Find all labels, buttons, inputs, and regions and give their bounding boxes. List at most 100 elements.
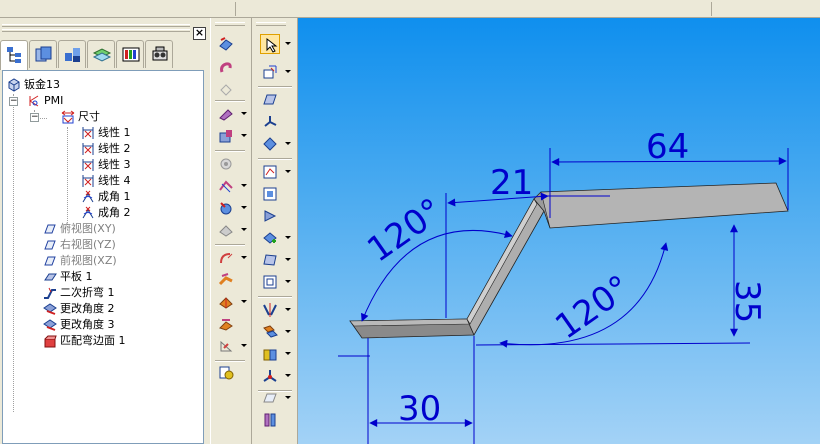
dropdown-arrow[interactable]: [285, 352, 291, 356]
tab-tool-button[interactable]: [216, 34, 236, 54]
tree-item-label: 线性 1: [98, 126, 131, 139]
tree-item-label: 线性 3: [98, 158, 131, 171]
thicken-icon: [263, 349, 277, 361]
dropdown-arrow[interactable]: [285, 170, 291, 174]
toolbar-grip[interactable]: [215, 22, 245, 26]
pmi-icon: [29, 95, 39, 107]
smart-dimension-button[interactable]: [260, 62, 280, 82]
tab-feature-icon: [44, 273, 57, 281]
tab-layers[interactable]: [87, 40, 115, 68]
linear-dimension-icon: [82, 127, 94, 139]
tree-item-label: 匹配弯边面 1: [60, 334, 126, 347]
tree-item-label: 更改角度 2: [60, 302, 115, 315]
hem-button[interactable]: [216, 104, 236, 124]
break-corner-button[interactable]: [216, 176, 236, 196]
expand-toggle[interactable]: −: [9, 97, 18, 106]
angle-text-left[interactable]: 120°: [360, 191, 450, 271]
sketch-button[interactable]: [260, 162, 280, 182]
tree-item-label: 二次折弯 1: [60, 286, 115, 299]
corner-relief-button[interactable]: [216, 314, 236, 334]
dropdown-arrow[interactable]: [285, 236, 291, 240]
coordinate-axes-button[interactable]: [260, 366, 280, 386]
gusset-icon: [220, 340, 233, 352]
dropdown-arrow[interactable]: [285, 308, 291, 312]
select-tool-button[interactable]: [260, 34, 280, 54]
dimension-text-21[interactable]: 21: [490, 163, 533, 203]
view-plane-button[interactable]: [260, 388, 280, 408]
tab-family-of-parts[interactable]: [58, 40, 86, 68]
unbend-button[interactable]: [216, 270, 236, 290]
expand-toggle[interactable]: −: [30, 113, 39, 122]
close-corner-button[interactable]: [216, 292, 236, 312]
sensor-button[interactable]: [260, 206, 280, 226]
gusset-button[interactable]: [216, 336, 236, 356]
dimple-icon: [220, 202, 232, 215]
flange-icon: [219, 37, 233, 51]
tab-pathfinder[interactable]: [0, 40, 28, 70]
smart-dimension-icon: [263, 65, 277, 79]
toolbar-separator: [711, 2, 712, 16]
dropdown-arrow[interactable]: [285, 70, 291, 74]
toolbar-separator: [215, 100, 245, 102]
thicken-button[interactable]: [260, 344, 280, 364]
dropdown-arrow[interactable]: [285, 280, 291, 284]
dropdown-arrow[interactable]: [241, 134, 247, 138]
pattern-button[interactable]: [260, 322, 280, 342]
hole-button[interactable]: [216, 154, 236, 174]
bend-button[interactable]: [216, 248, 236, 268]
toolbar-separator: [258, 296, 292, 298]
panel-header[interactable]: ×: [0, 22, 208, 40]
plane-icon: [44, 240, 56, 250]
add-body-icon: [263, 232, 277, 244]
dropdown-arrow[interactable]: [241, 228, 247, 232]
dimension-text-64[interactable]: 64: [646, 127, 689, 167]
coordinate-system-button[interactable]: [260, 112, 280, 132]
tree-item-label: 平板 1: [60, 270, 93, 283]
top-flange: [533, 182, 789, 229]
dropdown-arrow[interactable]: [285, 330, 291, 334]
tab-features[interactable]: [116, 40, 144, 68]
dimension-text-30[interactable]: 30: [398, 389, 441, 429]
middle-flange: [466, 198, 545, 336]
dropdown-arrow[interactable]: [285, 258, 291, 262]
rectangle-button[interactable]: [260, 272, 280, 292]
hem-icon: [219, 109, 233, 121]
dropdown-arrow[interactable]: [241, 112, 247, 116]
angle-text-right[interactable]: 120°: [548, 268, 638, 348]
cut-button[interactable]: [216, 126, 236, 146]
dimple-button[interactable]: [216, 198, 236, 218]
add-body-button[interactable]: [260, 228, 280, 248]
toolbar-separator: [215, 244, 245, 246]
properties-button[interactable]: [260, 410, 280, 430]
dropdown-arrow[interactable]: [241, 344, 247, 348]
dropdown-arrow[interactable]: [285, 142, 291, 146]
properties-icon: [264, 413, 276, 427]
match-face-icon: [44, 335, 57, 348]
dropdown-arrow[interactable]: [241, 256, 247, 260]
dropdown-arrow[interactable]: [285, 374, 291, 378]
model-viewport[interactable]: 64 21 35 30 120° 120°: [298, 18, 820, 444]
toolbar-separator: [235, 2, 236, 16]
dropdown-arrow[interactable]: [285, 42, 291, 46]
project-button[interactable]: [260, 184, 280, 204]
mirror-button[interactable]: [260, 300, 280, 320]
orient-button[interactable]: [260, 134, 280, 154]
dropdown-arrow[interactable]: [285, 396, 291, 400]
sketch-icon: [263, 165, 277, 179]
dropdown-arrow[interactable]: [241, 184, 247, 188]
toolbar-grip[interactable]: [256, 22, 286, 26]
tab-sensors[interactable]: [145, 40, 173, 68]
flat-pattern-button[interactable]: [216, 362, 236, 382]
tree-item-label: 俯视图(XY): [60, 222, 116, 235]
louver-button[interactable]: [216, 220, 236, 240]
close-panel-button[interactable]: ×: [193, 27, 206, 40]
contour-flange-button[interactable]: [216, 58, 236, 78]
surface-button[interactable]: [260, 250, 280, 270]
dimension-text-35[interactable]: 35: [727, 280, 767, 323]
dropdown-arrow[interactable]: [241, 206, 247, 210]
dropdown-arrow[interactable]: [241, 300, 247, 304]
tab-library[interactable]: [29, 40, 57, 68]
plane-button[interactable]: [260, 90, 280, 110]
lofted-flange-button[interactable]: [216, 80, 236, 100]
tree-item-label: 钣金13: [24, 78, 60, 91]
